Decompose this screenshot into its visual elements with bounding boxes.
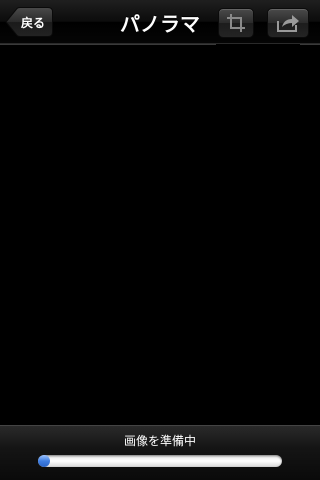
- progress-bar: [38, 455, 282, 467]
- crop-icon: [227, 14, 245, 32]
- bottom-status-bar: 画像を準備中: [0, 425, 320, 480]
- navigation-bar: 戻る パノラマ: [0, 0, 320, 44]
- page-title: パノラマ: [120, 11, 200, 36]
- back-button[interactable]: 戻る: [5, 7, 53, 37]
- status-text: 画像を準備中: [123, 434, 196, 448]
- share-icon: [277, 15, 299, 32]
- crop-button[interactable]: [218, 8, 254, 38]
- share-button[interactable]: [267, 8, 309, 38]
- back-button-label: 戻る: [20, 15, 45, 30]
- screen: 戻る パノラマ 画像を準備中: [0, 0, 320, 480]
- panorama-preview-area: [0, 45, 320, 425]
- progress-fill: [38, 455, 50, 467]
